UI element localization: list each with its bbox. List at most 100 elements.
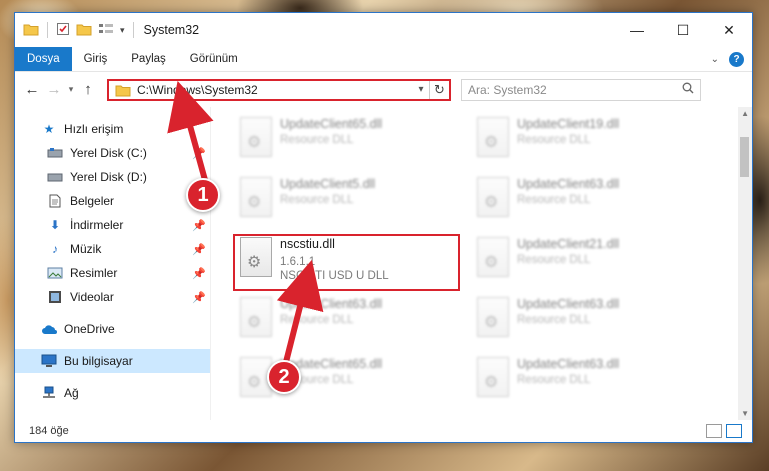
sidebar-item-label: Resimler — [70, 266, 118, 280]
search-icon[interactable] — [682, 82, 694, 97]
main-area: ★ Hızlı erişim Yerel Disk (C:) 📌 Yerel D… — [15, 107, 752, 420]
view-switcher — [706, 424, 742, 438]
folder-icon — [115, 83, 131, 97]
customize-dropdown-icon[interactable]: ▾ — [120, 25, 125, 36]
forward-arrow-icon[interactable]: → — [43, 81, 65, 98]
file-name: UpdateClient63.dll — [280, 297, 383, 311]
drive-icon — [47, 171, 63, 183]
file-type: Resource DLL — [280, 194, 354, 206]
sidebar-item-downloads[interactable]: ⬇ İndirmeler 📌 — [15, 213, 210, 237]
pin-icon[interactable]: 📌 — [192, 291, 206, 304]
pin-icon[interactable]: 📌 — [192, 267, 206, 280]
sidebar-item-label: Müzik — [70, 242, 102, 256]
file-name: UpdateClient19.dll — [517, 117, 620, 131]
sidebar-item-this-pc[interactable]: Bu bilgisayar — [15, 349, 210, 373]
tab-view[interactable]: Görünüm — [178, 47, 250, 71]
dll-file-icon — [477, 357, 509, 397]
scrollbar-thumb[interactable] — [740, 137, 749, 177]
sidebar-item-label: OneDrive — [64, 322, 115, 336]
sidebar-item-quick-access[interactable]: ★ Hızlı erişim — [15, 117, 210, 141]
list-item[interactable]: UpdateClient65.dll Resource DLL — [236, 115, 456, 167]
address-dropdown-icon[interactable]: ▾ — [413, 84, 429, 95]
pin-icon[interactable]: 📌 — [192, 219, 206, 232]
ribbon-expand-icon[interactable]: ⌄ — [711, 54, 719, 65]
address-path[interactable]: C:\Windows\System32 — [137, 83, 413, 97]
sidebar-item-label: Yerel Disk (D:) — [70, 170, 147, 184]
view-icon[interactable] — [98, 22, 114, 39]
sidebar-item-pictures[interactable]: Resimler 📌 — [15, 261, 210, 285]
sidebar-item-label: Videolar — [70, 290, 114, 304]
close-button[interactable]: ✕ — [706, 13, 752, 47]
sidebar-item-local-disk-c[interactable]: Yerel Disk (C:) 📌 — [15, 141, 210, 165]
refresh-icon[interactable]: ↻ — [429, 80, 449, 99]
list-item[interactable]: UpdateClient63.dll Resource DLL — [236, 295, 456, 347]
file-name: UpdateClient65.dll — [280, 117, 383, 131]
list-item[interactable]: UpdateClient21.dll Resource DLL — [473, 235, 693, 287]
file-highlight-box — [233, 234, 460, 291]
download-icon: ⬇ — [49, 218, 61, 232]
scroll-up-icon[interactable]: ▲ — [741, 109, 749, 118]
list-item[interactable]: UpdateClient19.dll Resource DLL — [473, 115, 693, 167]
toolbar-separator — [47, 22, 48, 38]
recent-dropdown-icon[interactable]: ▾ — [65, 84, 77, 95]
file-type: Resource DLL — [517, 194, 591, 206]
scroll-down-icon[interactable]: ▼ — [741, 409, 749, 418]
status-bar: 184 öğe — [15, 420, 752, 442]
list-item[interactable]: UpdateClient63.dll Resource DLL — [473, 175, 693, 227]
dll-file-icon — [240, 117, 272, 157]
sidebar-item-videos[interactable]: Videolar 📌 — [15, 285, 210, 309]
address-bar[interactable]: C:\Windows\System32 ▾ ↻ — [107, 78, 451, 101]
tab-share[interactable]: Paylaş — [119, 47, 178, 71]
list-item[interactable]: UpdateClient5.dll Resource DLL — [236, 175, 456, 227]
vertical-scrollbar[interactable]: ▲ ▼ — [738, 107, 752, 420]
item-count: 184 öğe — [29, 425, 69, 437]
navigation-pane: ★ Hızlı erişim Yerel Disk (C:) 📌 Yerel D… — [15, 107, 211, 420]
tab-home[interactable]: Giriş — [72, 47, 120, 71]
documents-icon — [47, 194, 63, 208]
file-name: UpdateClient63.dll — [517, 177, 620, 191]
sidebar-item-local-disk-d[interactable]: Yerel Disk (D:) — [15, 165, 210, 189]
sidebar-item-documents[interactable]: Belgeler 📌 — [15, 189, 210, 213]
dll-file-icon — [240, 177, 272, 217]
file-type: Resource DLL — [517, 254, 591, 266]
computer-icon — [41, 354, 57, 368]
new-folder-icon[interactable] — [76, 22, 92, 39]
sidebar-item-music[interactable]: ♪ Müzik 📌 — [15, 237, 210, 261]
list-item[interactable]: UpdateClient63.dll Resource DLL — [473, 355, 693, 407]
tab-file[interactable]: Dosya — [15, 47, 72, 71]
sidebar-item-label: Ağ — [64, 386, 79, 400]
file-type: Resource DLL — [280, 314, 354, 326]
list-item[interactable]: UpdateClient63.dll Resource DLL — [473, 295, 693, 347]
help-icon[interactable]: ? — [729, 51, 744, 67]
search-placeholder: Ara: System32 — [468, 82, 547, 97]
pin-icon[interactable]: 📌 — [192, 147, 206, 160]
ribbon-tabs: Dosya Giriş Paylaş Görünüm ⌄ ? — [15, 47, 752, 71]
details-view-icon[interactable] — [706, 424, 722, 438]
pictures-icon — [47, 267, 63, 279]
back-arrow-icon[interactable]: ← — [21, 81, 43, 98]
sidebar-item-label: Bu bilgisayar — [64, 354, 133, 368]
window-controls: — ☐ ✕ — [614, 13, 752, 47]
up-arrow-icon[interactable]: ↑ — [77, 81, 99, 98]
dll-file-icon — [477, 297, 509, 337]
pin-icon[interactable]: 📌 — [192, 243, 206, 256]
maximize-button[interactable]: ☐ — [660, 13, 706, 47]
toolbar-separator — [132, 22, 134, 38]
search-input[interactable]: Ara: System32 — [461, 78, 701, 101]
drive-icon — [47, 147, 63, 159]
file-name: UpdateClient63.dll — [517, 357, 620, 371]
sidebar-item-network[interactable]: Ağ — [15, 381, 210, 405]
network-icon — [41, 386, 57, 400]
dll-file-icon — [477, 117, 509, 157]
large-icons-view-icon[interactable] — [726, 424, 742, 438]
minimize-button[interactable]: — — [614, 13, 660, 47]
window-title: System32 — [143, 23, 200, 37]
sidebar-item-onedrive[interactable]: OneDrive — [15, 317, 210, 341]
quick-access-toolbar: ▾ — [15, 22, 136, 39]
properties-icon[interactable] — [56, 22, 70, 39]
file-type: Resource DLL — [280, 134, 354, 146]
file-name: UpdateClient21.dll — [517, 237, 620, 251]
dll-file-icon — [477, 177, 509, 217]
sidebar-item-label: Belgeler — [70, 194, 115, 208]
file-name: UpdateClient5.dll — [280, 177, 376, 191]
